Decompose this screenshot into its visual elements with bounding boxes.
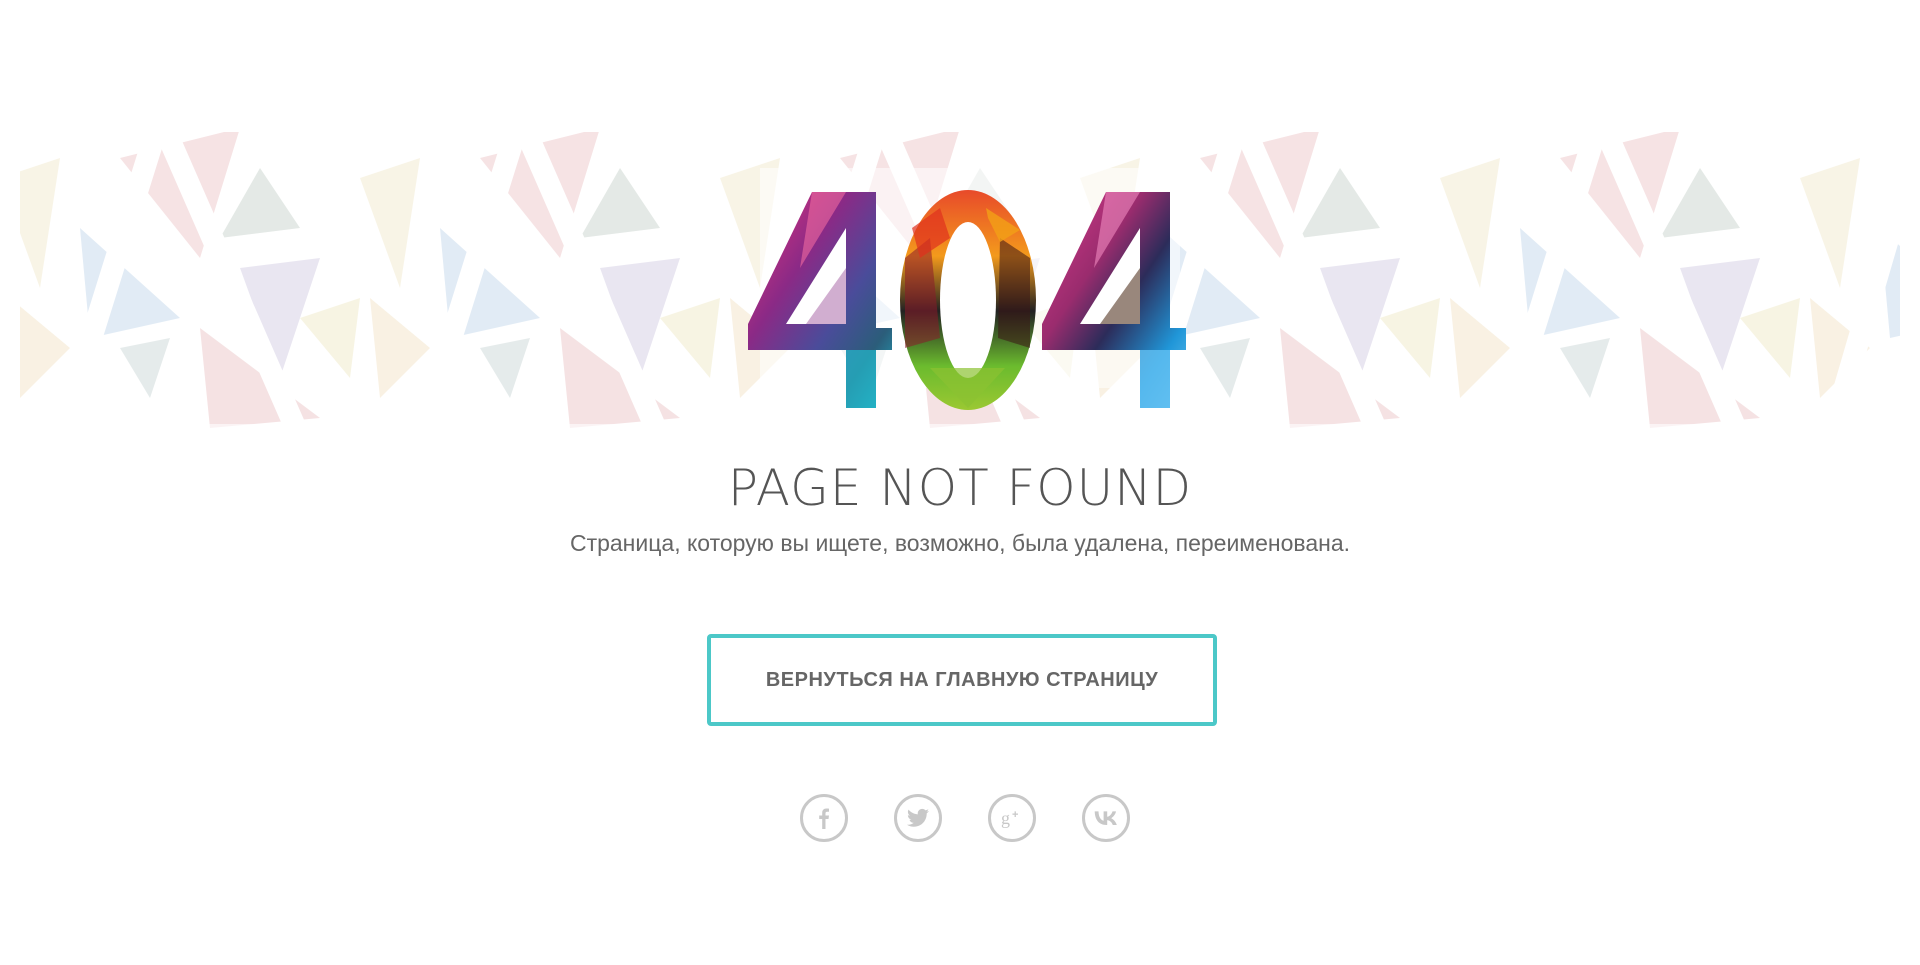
twitter-link[interactable]	[894, 794, 942, 842]
twitter-icon	[907, 808, 929, 828]
back-to-home-button[interactable]: ВЕРНУТЬСЯ НА ГЛАВНУЮ СТРАНИЦУ	[707, 634, 1217, 726]
google-plus-icon: g +	[1000, 807, 1024, 829]
page-subtitle: Страница, которую вы ищете, возможно, бы…	[569, 530, 1351, 556]
google-plus-link[interactable]: g +	[988, 794, 1036, 842]
digit-4-right	[1042, 192, 1186, 408]
facebook-link[interactable]	[800, 794, 848, 842]
error-page: PAGE NOT FOUND Страница, которую вы ищет…	[0, 0, 1920, 965]
error-code-404	[0, 118, 1920, 438]
page-title: PAGE NOT FOUND	[727, 459, 1193, 517]
facebook-icon	[814, 807, 834, 829]
social-links: g +	[0, 794, 1920, 846]
digit-0	[900, 190, 1036, 410]
vk-icon	[1094, 810, 1118, 826]
digit-4-left	[748, 192, 892, 408]
vk-link[interactable]	[1082, 794, 1130, 842]
svg-text:g: g	[1001, 808, 1010, 828]
svg-text:+: +	[1012, 809, 1018, 821]
